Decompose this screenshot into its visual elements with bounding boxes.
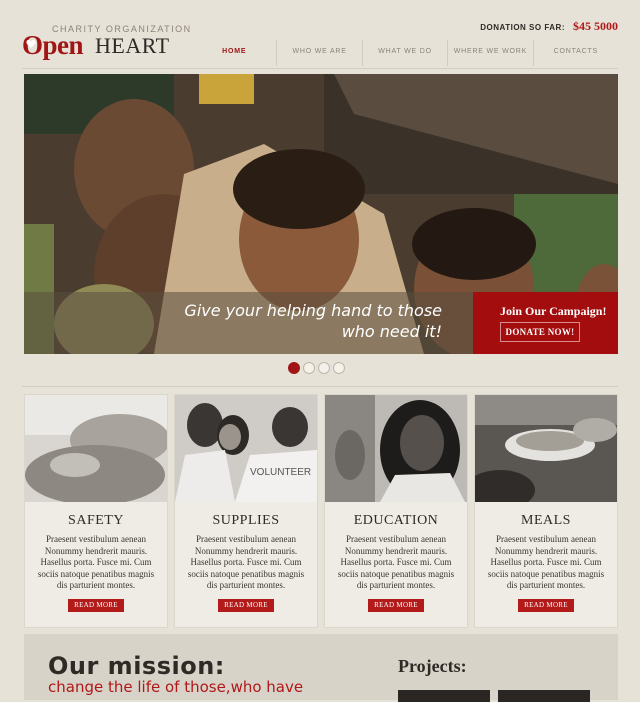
nav-item-what-we-do[interactable]: WHAT WE DO	[361, 40, 447, 66]
girl-photo	[325, 395, 467, 502]
donate-now-button[interactable]: DONATE NOW!	[500, 322, 580, 342]
project-thumbnail[interactable]	[398, 690, 490, 702]
card-meals: MEALS Praesent vestibulum aenean Nonummy…	[474, 394, 618, 628]
card-title: MEALS	[521, 513, 571, 528]
mission-subtitle: change the life of those,who have	[48, 678, 304, 696]
card-text: Praesent vestibulum aenean Nonummy hendr…	[187, 534, 305, 590]
read-more-button[interactable]: READ MORE	[68, 599, 124, 612]
header-divider	[22, 68, 618, 69]
campaign-box: Join Our Campaign! DONATE NOW!	[473, 292, 618, 354]
campaign-title: Join Our Campaign!	[500, 304, 607, 318]
slider-dot-2[interactable]	[303, 362, 315, 374]
logo-heart-text: HEART	[95, 33, 170, 58]
food-plate-photo	[475, 395, 617, 502]
hands-photo	[25, 395, 167, 502]
donation-label: DONATION SO FAR:	[480, 23, 565, 32]
heart-icon	[26, 39, 36, 48]
projects-title: Projects:	[398, 656, 467, 676]
hero-slider[interactable]: Give your helping hand to those who need…	[24, 74, 618, 354]
mission-title: Our mission:	[48, 652, 225, 680]
read-more-button[interactable]: READ MORE	[518, 599, 574, 612]
card-text: Praesent vestibulum aenean Nonummy hendr…	[37, 534, 155, 590]
nav-item-who-we-are[interactable]: WHO WE ARE	[276, 40, 361, 66]
card-title: EDUCATION	[353, 513, 439, 528]
slider-dot-1[interactable]	[288, 362, 300, 374]
nav-item-contacts[interactable]: CONTACTS	[532, 40, 618, 66]
donation-amount: $45 5000	[573, 19, 618, 33]
card-title: SAFETY	[68, 513, 124, 528]
hero-caption: Give your helping hand to those who need…	[152, 300, 442, 342]
donation-counter: DONATION SO FAR: $45 5000	[480, 17, 618, 35]
card-safety: SAFETY Praesent vestibulum aenean Nonumm…	[24, 394, 168, 628]
slider-dot-3[interactable]	[318, 362, 330, 374]
read-more-button[interactable]: READ MORE	[218, 599, 274, 612]
svg-text:VOLUNTEER: VOLUNTEER	[250, 467, 311, 478]
page: CHARITY ORGANIZATION Open HEART DONATION…	[0, 0, 640, 702]
main-nav: HOME WHO WE ARE WHAT WE DO WHERE WE WORK…	[192, 40, 618, 66]
card-text: Praesent vestibulum aenean Nonummy hendr…	[337, 534, 455, 590]
mission-section: Our mission: change the life of those,wh…	[24, 634, 618, 702]
card-text: Praesent vestibulum aenean Nonummy hendr…	[487, 534, 605, 590]
slider-dot-4[interactable]	[333, 362, 345, 374]
section-divider	[22, 386, 618, 387]
logo[interactable]: CHARITY ORGANIZATION Open HEART	[22, 24, 190, 64]
slider-dots	[288, 362, 345, 374]
project-thumbnail[interactable]	[498, 690, 590, 702]
read-more-button[interactable]: READ MORE	[368, 599, 424, 612]
hero-caption-line2: who need it!	[341, 322, 442, 341]
card-title: SUPPLIES	[212, 513, 280, 528]
nav-item-home[interactable]: HOME	[192, 40, 276, 66]
volunteers-photo: VOLUNTEER	[175, 395, 317, 502]
nav-item-where-we-work[interactable]: WHERE WE WORK	[447, 40, 532, 66]
card-supplies: VOLUNTEER SUPPLIES Praesent vestibulum a…	[174, 394, 318, 628]
hero-caption-line1: Give your helping hand to those	[184, 301, 442, 320]
card-education: EDUCATION Praesent vestibulum aenean Non…	[324, 394, 468, 628]
